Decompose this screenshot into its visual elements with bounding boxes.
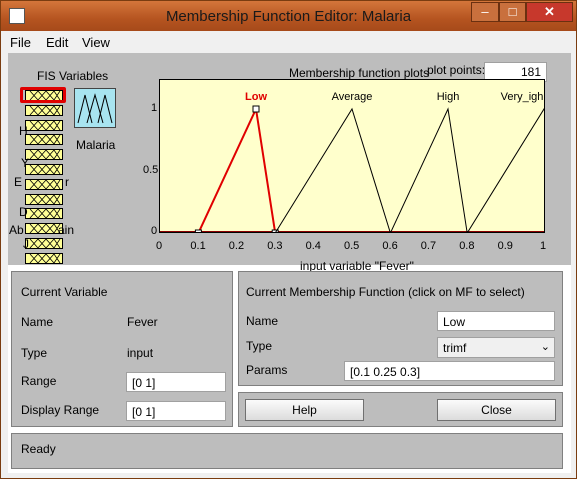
x-tick-label: 0.4 [305, 240, 321, 252]
mf-name-input[interactable]: Low [437, 311, 555, 331]
current-mf-header: Current Membership Function (click on MF… [246, 285, 525, 299]
close-window-button[interactable]: ✕ [526, 2, 573, 22]
mf-plot-area[interactable]: Low Average High Very_igh [159, 79, 577, 237]
fis-variable-box[interactable] [25, 178, 63, 190]
status-panel: Ready [11, 433, 563, 469]
x-tick-label: 0.6 [382, 240, 398, 252]
fis-partial-label: E [14, 175, 23, 189]
fis-variable-box[interactable] [25, 238, 63, 249]
minimize-button[interactable]: – [471, 2, 499, 22]
y-tick-label: 0.5 [143, 164, 159, 176]
fis-variable-box[interactable] [25, 208, 63, 220]
mf-label: Low [245, 91, 267, 103]
mf-name-label: Name [246, 314, 279, 328]
fis-partial-label: Ab [9, 223, 24, 237]
mf-curve-average[interactable] [274, 107, 391, 234]
mf-curve-very_igh[interactable] [466, 108, 577, 234]
params-input[interactable]: [0.1 0.25 0.3] [344, 361, 555, 381]
x-tick-label: 0.7 [420, 240, 437, 252]
fis-variable-box[interactable] [25, 149, 63, 161]
mf-plot-svg[interactable]: Low Average High Very_igh [160, 80, 577, 237]
menu-view[interactable]: View [82, 35, 110, 50]
x-tick-label: 0.8 [459, 240, 475, 252]
display-range-label: Display Range [21, 403, 100, 417]
x-tick-label: 0 [156, 240, 163, 252]
fis-variable-box[interactable] [25, 164, 63, 175]
malaria-system-icon[interactable] [74, 88, 116, 128]
x-tick-label: 0.5 [344, 240, 360, 252]
current-mf-panel: Current Membership Function (click on MF… [238, 271, 563, 386]
fis-variable-box[interactable] [25, 104, 63, 116]
x-tick-label: 1 [540, 240, 547, 252]
mf-curve-high[interactable] [389, 107, 468, 234]
menu-file[interactable]: File [10, 35, 31, 50]
x-tick-label: 0.9 [497, 240, 513, 252]
mf-vertex-handle [252, 105, 260, 113]
y-tick-label: 1 [151, 102, 158, 114]
variable-name-label: Name [21, 315, 54, 329]
menu-edit[interactable]: Edit [46, 35, 68, 50]
fis-partial-label: H [19, 124, 28, 138]
plot-region: FIS Variables H Y E r D Ab ain J Malaria… [8, 53, 577, 273]
params-label: Params [246, 363, 288, 377]
fis-partial-label: ain [58, 223, 75, 237]
mf-label: Very_igh [501, 91, 544, 103]
mf-vertex-handle [194, 229, 202, 237]
x-tick-label: 0.1 [190, 240, 206, 252]
fis-variable-box[interactable] [25, 119, 63, 131]
title-bar: Membership Function Editor: Malaria – □ … [1, 1, 576, 31]
mf-type-select[interactable]: trimf ⌄ [437, 337, 555, 358]
selected-variable-highlight [20, 87, 66, 103]
fis-partial-label: r [65, 175, 69, 189]
current-variable-panel: Current Variable Name Fever Type input R… [11, 271, 233, 427]
fis-variable-box[interactable] [25, 193, 63, 205]
x-tick-label: 0.2 [228, 240, 245, 252]
mf-label: High [437, 91, 460, 103]
status-text: Ready [21, 442, 56, 456]
fis-variable-box[interactable] [25, 252, 63, 264]
mf-type-label: Type [246, 339, 273, 353]
variable-type-value: input [127, 346, 154, 360]
plot-points-label: plot points: [427, 63, 486, 77]
button-panel: Help Close [238, 392, 563, 427]
mf-plots-heading: Membership function plots [289, 66, 430, 80]
menu-bar: File Edit View [2, 31, 576, 53]
variable-name-value: Fever [127, 315, 158, 329]
fis-partial-label: J [23, 237, 29, 251]
mf-type-value: trimf [443, 341, 467, 355]
variable-type-label: Type [21, 346, 48, 360]
close-button[interactable]: Close [437, 399, 556, 421]
mf-editor-window: Membership Function Editor: Malaria – □ … [0, 0, 577, 479]
editor-client-area: FIS Variables H Y E r D Ab ain J Malaria… [8, 53, 577, 473]
range-input[interactable]: [0 1] [126, 372, 226, 392]
fis-variables-label: FIS Variables [37, 69, 109, 83]
maximize-button[interactable]: □ [499, 2, 526, 22]
mf-label: Average [332, 91, 373, 103]
fis-variable-box[interactable] [25, 134, 63, 146]
fis-system-name: Malaria [76, 138, 116, 152]
y-tick-label: 0 [151, 225, 158, 237]
current-variable-header: Current Variable [21, 285, 108, 299]
display-range-input[interactable]: [0 1] [126, 401, 226, 421]
chevron-down-icon: ⌄ [540, 341, 550, 353]
range-label: Range [21, 374, 57, 388]
fis-partial-label: D [19, 205, 28, 219]
x-tick-label: 0.3 [267, 240, 283, 252]
fis-partial-label: Y [21, 156, 30, 170]
help-button[interactable]: Help [245, 399, 364, 421]
mf-curve-low[interactable] [197, 105, 277, 234]
